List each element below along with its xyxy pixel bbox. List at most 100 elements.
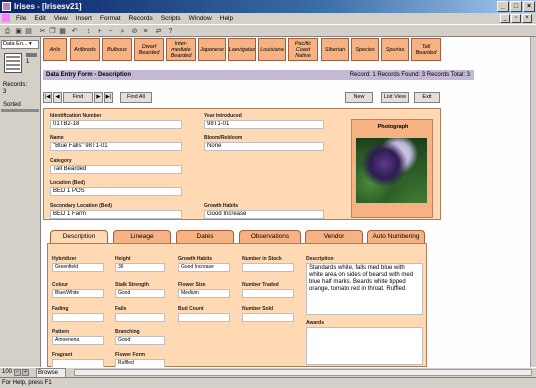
last-record-button[interactable]: ▶| xyxy=(104,92,113,103)
record-number[interactable]: 1 xyxy=(26,59,29,65)
flower-habit-field[interactable]: Good Increase xyxy=(178,263,230,272)
record-nav-arrows[interactable] xyxy=(26,53,37,57)
id-field[interactable]: 01TB2-18 xyxy=(50,120,182,129)
category-button-tall-bearded[interactable]: Tall Bearded xyxy=(411,38,441,61)
menu-insert[interactable]: Insert xyxy=(72,13,96,24)
menu-scripts[interactable]: Scripts xyxy=(157,13,185,24)
menu-view[interactable]: View xyxy=(50,13,72,24)
exit-button[interactable]: Exit xyxy=(414,92,440,103)
category-button-arilbreds[interactable]: Arilbreds xyxy=(70,38,100,61)
find-all-button[interactable]: Find All xyxy=(120,92,152,103)
layout-select[interactable]: Data En... ▾ xyxy=(1,40,39,49)
next-record-button[interactable]: ▶ xyxy=(94,92,103,103)
fading-field[interactable] xyxy=(52,313,104,322)
height-field[interactable]: 36 xyxy=(115,263,165,272)
paste-icon[interactable]: ▦ xyxy=(58,27,67,36)
horizontal-scrollbar[interactable] xyxy=(74,369,532,376)
category-button-pacific-coast-native[interactable]: Pacific Coast Native xyxy=(288,38,318,61)
secondary-location-field[interactable]: BED 1 Farm xyxy=(50,210,182,219)
falls-field[interactable] xyxy=(115,313,165,322)
first-record-button[interactable]: |◀ xyxy=(43,92,52,103)
traded-field[interactable] xyxy=(242,289,294,298)
category-button-bulbous[interactable]: Bulbous xyxy=(102,38,132,61)
zoom-in-button[interactable]: + xyxy=(22,369,29,376)
pattern-field[interactable]: Amoenena xyxy=(52,336,104,345)
category-button-louisiana[interactable]: Louisiana xyxy=(258,38,286,61)
awards-field[interactable] xyxy=(306,327,423,365)
doc-restore-button[interactable]: ▫ xyxy=(511,14,521,23)
find-button[interactable]: Find xyxy=(63,92,93,103)
category-field[interactable]: Tall Bearded xyxy=(50,165,182,174)
tab-dates[interactable]: Dates xyxy=(176,230,234,243)
branching-field[interactable]: Good xyxy=(115,336,165,345)
iris-photo[interactable] xyxy=(356,138,427,203)
location-field[interactable]: BED 1 POS xyxy=(50,187,182,196)
document-icon[interactable] xyxy=(2,14,10,22)
close-button[interactable]: × xyxy=(523,1,535,12)
menu-file[interactable]: File xyxy=(12,13,30,24)
category-button-spurias[interactable]: Spurias xyxy=(381,38,409,61)
maximize-button[interactable]: □ xyxy=(510,1,522,12)
colour-field[interactable]: Blue/White xyxy=(52,289,104,298)
category-button-intermediate-bearded[interactable]: Inter-mediate Bearded xyxy=(166,38,196,61)
category-button-siberian[interactable]: Siberian xyxy=(321,38,349,61)
category-button-arils[interactable]: Arils xyxy=(43,38,67,61)
year-field[interactable]: 98T1-01 xyxy=(204,120,324,129)
category-button-japanese[interactable]: Japanese xyxy=(198,38,226,61)
description-label: Description xyxy=(306,256,334,262)
new-record-button[interactable]: New xyxy=(345,92,373,103)
show-all-icon[interactable]: ≡ xyxy=(141,27,150,36)
previous-record-button[interactable]: ◀ xyxy=(53,92,62,103)
zoom-level[interactable]: 100 xyxy=(2,368,12,377)
tab-observations[interactable]: Observations xyxy=(239,230,301,243)
menu-help[interactable]: Help xyxy=(216,13,237,24)
growth-habits-field[interactable]: Good Increase xyxy=(204,210,324,219)
record-slider[interactable] xyxy=(1,109,39,112)
bud-count-field[interactable] xyxy=(178,313,230,322)
help-icon[interactable]: ? xyxy=(166,27,175,36)
menu-records[interactable]: Records xyxy=(125,13,157,24)
list-view-button[interactable]: List View xyxy=(381,92,409,103)
description-field[interactable]: Standards white, falls med blue with whi… xyxy=(306,263,423,315)
doc-close-button[interactable]: × xyxy=(522,14,532,23)
print-icon[interactable]: ⎙ xyxy=(3,27,12,36)
photograph-container: Photograph xyxy=(351,119,433,218)
menu-bar: File Edit View Insert Format Records Scripts Wi… xyxy=(0,13,536,24)
bloom-field[interactable]: None xyxy=(204,142,324,151)
find-icon[interactable]: ⌕ xyxy=(118,27,127,36)
category-button-species[interactable]: Species xyxy=(351,38,379,61)
copy-icon[interactable]: ❐ xyxy=(48,27,57,36)
save-icon[interactable]: ▣ xyxy=(14,27,23,36)
doc-minimize-button[interactable]: _ xyxy=(500,14,510,23)
vertical-scrollbar[interactable] xyxy=(530,37,536,367)
stalk-field[interactable]: Good xyxy=(115,289,165,298)
stock-field[interactable] xyxy=(242,263,294,272)
sort-icon[interactable]: ↕ xyxy=(84,27,93,36)
minimize-button[interactable]: _ xyxy=(497,1,509,12)
windows-status-bar: For Help, press F1 xyxy=(0,377,536,388)
title-bar[interactable]: Irises - [Irisesv21] _ □ × xyxy=(0,0,536,13)
cut-icon[interactable]: ✂ xyxy=(38,27,47,36)
menu-window[interactable]: Window xyxy=(185,13,216,24)
tab-vendor[interactable]: Vendor xyxy=(305,230,363,243)
tab-description[interactable]: Description xyxy=(50,230,108,243)
preview-icon[interactable]: ▤ xyxy=(24,27,33,36)
replace-icon[interactable]: ⇄ xyxy=(154,27,163,36)
hybridizer-field[interactable]: Greenfield xyxy=(52,263,104,272)
new-record-icon[interactable]: + xyxy=(95,27,104,36)
omit-icon[interactable]: ⊘ xyxy=(130,27,139,36)
tab-lineage[interactable]: Lineage xyxy=(113,230,171,243)
sold-field[interactable] xyxy=(242,313,294,322)
menu-format[interactable]: Format xyxy=(96,13,125,24)
sold-label: Number Sold xyxy=(242,306,274,312)
flower-size-field[interactable]: Medium xyxy=(178,289,230,298)
book-icon[interactable] xyxy=(4,53,22,73)
delete-record-icon[interactable]: − xyxy=(106,27,115,36)
name-field[interactable]: "Blue Falls" 98T1-01 xyxy=(50,142,182,151)
category-button-dwarf-bearded[interactable]: Dwarf Bearded xyxy=(134,38,164,61)
undo-icon[interactable]: ↶ xyxy=(70,27,79,36)
zoom-out-button[interactable]: − xyxy=(14,369,21,376)
menu-edit[interactable]: Edit xyxy=(30,13,49,24)
tab-auto-numbering[interactable]: Auto Numbering xyxy=(367,230,425,243)
category-button-laevigatas[interactable]: Laevigatas xyxy=(228,38,256,61)
